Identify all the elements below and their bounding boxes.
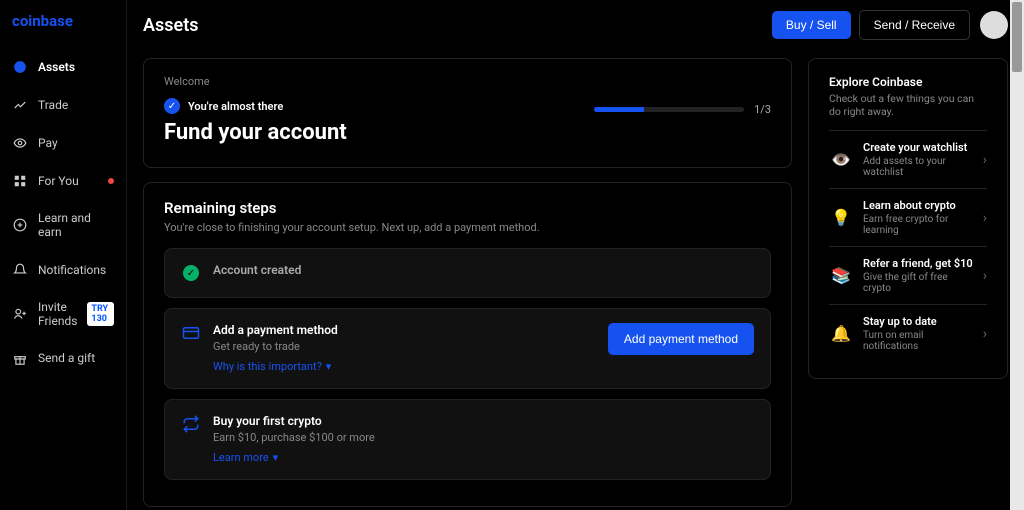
scrollbar[interactable] bbox=[1010, 0, 1024, 510]
nav-notifications[interactable]: Notifications bbox=[0, 251, 126, 289]
nav-label: Invite Friends bbox=[38, 300, 77, 329]
stack-icon: 📚 bbox=[829, 264, 853, 288]
main-content: Assets Buy / Sell Send / Receive Welcome… bbox=[127, 0, 1024, 510]
hero-panel: Welcome ✓ You're almost there Fund your … bbox=[143, 58, 792, 168]
chevron-right-icon: › bbox=[983, 152, 987, 168]
step-account-created: ✓ Account created bbox=[164, 248, 771, 298]
explore-notifications[interactable]: 🔔 Stay up to date Turn on email notifica… bbox=[829, 304, 987, 362]
avatar[interactable] bbox=[980, 11, 1008, 39]
item-title: Learn about crypto bbox=[863, 199, 973, 212]
scrollbar-thumb[interactable] bbox=[1012, 2, 1022, 72]
step-add-payment: Add a payment method Get ready to trade … bbox=[164, 308, 771, 389]
card-icon bbox=[181, 323, 201, 343]
chevron-right-icon: › bbox=[983, 210, 987, 226]
trend-icon bbox=[12, 97, 28, 113]
chevron-right-icon: › bbox=[983, 268, 987, 284]
nav-learn-earn[interactable]: Learn and earn bbox=[0, 200, 126, 251]
bell-icon: 🔔 bbox=[829, 322, 853, 346]
nav-pay[interactable]: Pay bbox=[0, 124, 126, 162]
green-check-icon: ✓ bbox=[181, 263, 201, 283]
nav-label: Pay bbox=[38, 136, 114, 150]
check-icon: ✓ bbox=[164, 98, 180, 114]
nav-for-you[interactable]: For You bbox=[0, 162, 126, 200]
link-text: Why is this important? bbox=[213, 360, 322, 373]
link-text: Learn more bbox=[213, 451, 269, 464]
item-sub: Turn on email notifications bbox=[863, 330, 973, 352]
send-receive-button[interactable]: Send / Receive bbox=[859, 10, 970, 40]
remaining-steps-panel: Remaining steps You're close to finishin… bbox=[143, 182, 792, 507]
explore-watchlist[interactable]: 👁️ Create your watchlist Add assets to y… bbox=[829, 130, 987, 188]
chevron-down-icon: ▾ bbox=[273, 451, 279, 464]
explore-title: Explore Coinbase bbox=[829, 75, 987, 89]
bell-icon bbox=[12, 262, 28, 278]
learn-more-link[interactable]: Learn more ▾ bbox=[213, 451, 278, 464]
step-title: Account created bbox=[213, 263, 754, 277]
watchlist-icon: 👁️ bbox=[829, 148, 853, 172]
progress-text: 1/3 bbox=[754, 103, 771, 116]
notification-dot-icon bbox=[108, 178, 114, 184]
item-title: Stay up to date bbox=[863, 315, 973, 328]
add-payment-button[interactable]: Add payment method bbox=[608, 323, 754, 355]
progress-fill bbox=[594, 107, 644, 112]
buy-sell-button[interactable]: Buy / Sell bbox=[772, 11, 851, 39]
progress: 1/3 bbox=[594, 103, 771, 116]
step-title: Buy your first crypto bbox=[213, 414, 754, 428]
chevron-down-icon: ▾ bbox=[326, 360, 332, 373]
nav-label: Learn and earn bbox=[38, 211, 114, 240]
status-text: You're almost there bbox=[188, 100, 283, 113]
page-title: Assets bbox=[143, 15, 772, 36]
sidebar: coinbase Assets Trade Pay For You bbox=[0, 0, 127, 510]
item-sub: Earn free crypto for learning bbox=[863, 214, 973, 236]
try-badge: TRY 130 bbox=[87, 302, 114, 326]
swap-icon bbox=[181, 414, 201, 434]
step-title: Add a payment method bbox=[213, 323, 596, 337]
why-important-link[interactable]: Why is this important? ▾ bbox=[213, 360, 331, 373]
nav-trade[interactable]: Trade bbox=[0, 86, 126, 124]
explore-panel: Explore Coinbase Check out a few things … bbox=[808, 58, 1008, 379]
nav-label: Send a gift bbox=[38, 351, 114, 365]
remaining-sub: You're close to finishing your account s… bbox=[164, 221, 771, 234]
nav-send-gift[interactable]: Send a gift bbox=[0, 340, 126, 378]
chevron-right-icon: › bbox=[983, 326, 987, 342]
nav-label: Notifications bbox=[38, 263, 114, 277]
nav-invite-friends[interactable]: Invite Friends TRY 130 bbox=[0, 289, 126, 340]
bulb-icon: 💡 bbox=[829, 206, 853, 230]
item-title: Refer a friend, get $10 bbox=[863, 257, 973, 270]
pie-icon bbox=[12, 59, 28, 75]
step-buy-crypto: Buy your first crypto Earn $10, purchase… bbox=[164, 399, 771, 480]
welcome-label: Welcome bbox=[164, 75, 771, 88]
nav-label: For You bbox=[38, 174, 98, 188]
person-add-icon bbox=[12, 306, 28, 322]
topbar: Assets Buy / Sell Send / Receive bbox=[143, 10, 1008, 40]
step-sub: Earn $10, purchase $100 or more bbox=[213, 431, 754, 444]
remaining-title: Remaining steps bbox=[164, 199, 771, 217]
gift-icon bbox=[12, 351, 28, 367]
plus-circle-icon bbox=[12, 217, 28, 233]
eye-icon bbox=[12, 135, 28, 151]
item-sub: Add assets to your watchlist bbox=[863, 156, 973, 178]
progress-bar bbox=[594, 107, 744, 112]
item-title: Create your watchlist bbox=[863, 141, 973, 154]
nav-label: Assets bbox=[38, 60, 114, 74]
explore-learn[interactable]: 💡 Learn about crypto Earn free crypto fo… bbox=[829, 188, 987, 246]
step-sub: Get ready to trade bbox=[213, 340, 596, 353]
explore-sub: Check out a few things you can do right … bbox=[829, 92, 987, 118]
nav-label: Trade bbox=[38, 98, 114, 112]
brand-logo[interactable]: coinbase bbox=[0, 12, 126, 48]
item-sub: Give the gift of free crypto bbox=[863, 272, 973, 294]
hero-title: Fund your account bbox=[164, 120, 771, 145]
nav-assets[interactable]: Assets bbox=[0, 48, 126, 86]
explore-refer[interactable]: 📚 Refer a friend, get $10 Give the gift … bbox=[829, 246, 987, 304]
grid-icon bbox=[12, 173, 28, 189]
